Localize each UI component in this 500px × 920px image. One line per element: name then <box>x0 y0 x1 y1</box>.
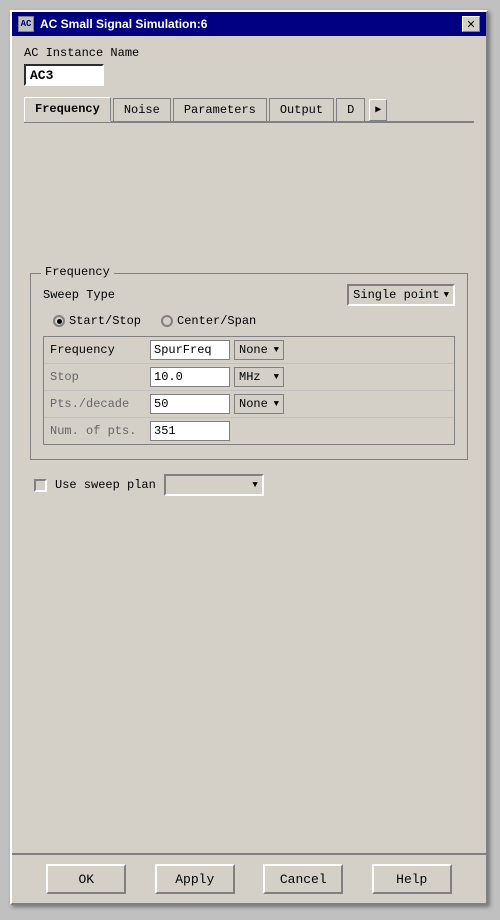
close-button[interactable]: ✕ <box>462 16 480 32</box>
unit-dropdown-pts-decade[interactable]: None ▼ <box>234 394 284 414</box>
title-bar: AC AC Small Signal Simulation:6 ✕ <box>12 12 486 36</box>
instance-name-input[interactable] <box>24 64 104 86</box>
window-title: AC Small Signal Simulation:6 <box>40 17 207 31</box>
tab-parameters[interactable]: Parameters <box>173 98 267 121</box>
window-icon: AC <box>18 16 34 32</box>
param-input-num-pts[interactable] <box>150 421 230 441</box>
tab-nav-right-button[interactable]: ▶ <box>369 99 387 121</box>
sweep-plan-dropdown-arrow: ▼ <box>252 480 257 490</box>
param-row-num-pts: Num. of pts. <box>44 418 454 444</box>
param-input-pts-decade[interactable] <box>150 394 230 414</box>
frequency-group-legend: Frequency <box>41 265 114 279</box>
sweep-plan-label: Use sweep plan <box>55 478 156 492</box>
param-name-num-pts: Num. of pts. <box>50 424 150 438</box>
sweep-type-select[interactable]: Single point ▼ <box>347 284 455 306</box>
sweep-plan-row: Use sweep plan ▼ <box>34 474 468 496</box>
unit-arrow-pts-decade: ▼ <box>274 399 279 409</box>
tab-output[interactable]: Output <box>269 98 334 121</box>
unit-dropdown-stop[interactable]: MHz ▼ <box>234 367 284 387</box>
tab-noise[interactable]: Noise <box>113 98 171 121</box>
frequency-group: Frequency Sweep Type Single point ▼ <box>30 273 468 460</box>
window-body: AC Instance Name Frequency Noise Paramet… <box>12 36 486 751</box>
title-bar-left: AC AC Small Signal Simulation:6 <box>18 16 207 32</box>
tab-frequency[interactable]: Frequency <box>24 97 111 122</box>
sweep-plan-dropdown[interactable]: ▼ <box>164 474 264 496</box>
nav-right-icon: ▶ <box>375 104 381 116</box>
param-row-frequency: Frequency None ▼ <box>44 337 454 364</box>
radio-center-span[interactable]: Center/Span <box>161 314 256 328</box>
param-name-pts-decade: Pts./decade <box>50 397 150 411</box>
radio-start-stop[interactable]: Start/Stop <box>53 314 141 328</box>
sweep-type-dropdown[interactable]: Single point ▼ <box>347 284 455 306</box>
tab-content-frequency: Frequency Sweep Type Single point ▼ <box>24 123 474 743</box>
tab-d[interactable]: D <box>336 98 365 121</box>
instance-name-label: AC Instance Name <box>24 46 474 60</box>
param-unit-stop[interactable]: MHz ▼ <box>234 367 284 387</box>
sweep-plan-checkbox[interactable] <box>34 479 47 492</box>
unit-dropdown-frequency[interactable]: None ▼ <box>234 340 284 360</box>
param-name-frequency: Frequency <box>50 343 150 357</box>
unit-arrow-stop: ▼ <box>274 372 279 382</box>
unit-arrow-frequency: ▼ <box>274 345 279 355</box>
param-row-stop: Stop MHz ▼ <box>44 364 454 391</box>
tabs-container: Frequency Noise Parameters Output D ▶ <box>24 96 474 123</box>
sweep-type-label: Sweep Type <box>43 288 115 302</box>
cancel-button[interactable]: Cancel <box>263 864 343 894</box>
ok-button[interactable]: OK <box>46 864 126 894</box>
radio-center-span-btn[interactable] <box>161 315 173 327</box>
bottom-bar: OK Apply Cancel Help <box>12 853 486 903</box>
param-unit-frequency[interactable]: None ▼ <box>234 340 284 360</box>
params-table: Frequency None ▼ Stop <box>43 336 455 445</box>
sweep-type-dropdown-arrow: ▼ <box>444 290 449 300</box>
param-row-pts-decade: Pts./decade None ▼ <box>44 391 454 418</box>
apply-button[interactable]: Apply <box>155 864 235 894</box>
param-input-frequency[interactable] <box>150 340 230 360</box>
help-button[interactable]: Help <box>372 864 452 894</box>
param-unit-pts-decade[interactable]: None ▼ <box>234 394 284 414</box>
param-input-stop[interactable] <box>150 367 230 387</box>
param-name-stop: Stop <box>50 370 150 384</box>
radio-row: Start/Stop Center/Span <box>53 314 455 328</box>
sweep-type-row: Sweep Type Single point ▼ <box>43 284 455 306</box>
radio-start-stop-btn[interactable] <box>53 315 65 327</box>
main-window: AC AC Small Signal Simulation:6 ✕ AC Ins… <box>10 10 488 905</box>
